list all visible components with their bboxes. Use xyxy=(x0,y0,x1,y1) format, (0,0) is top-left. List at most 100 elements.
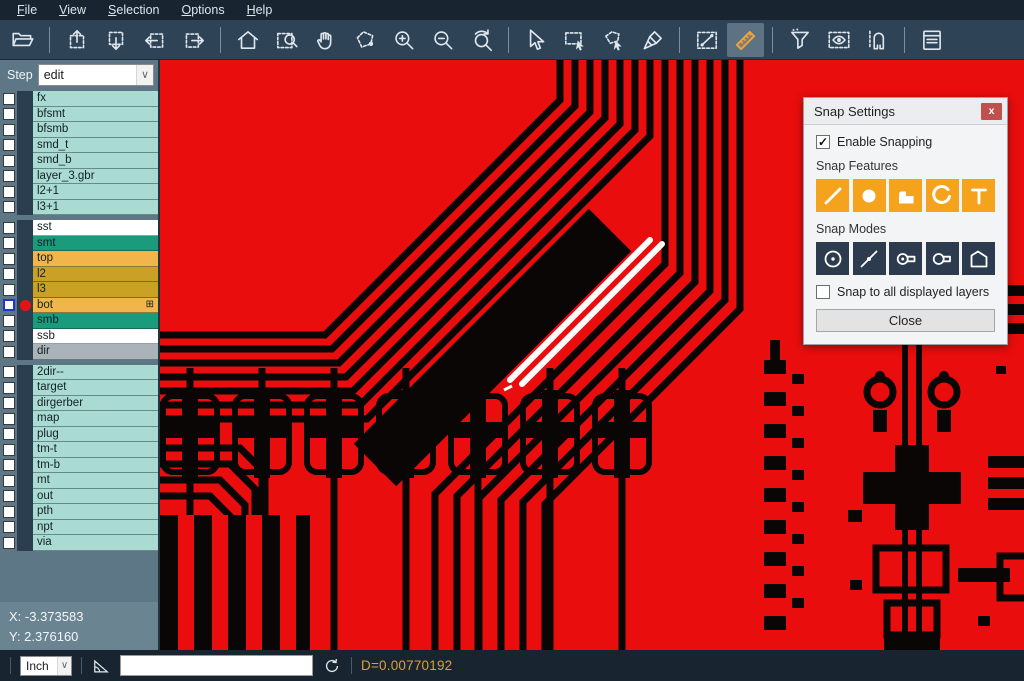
layer-row-fx[interactable]: fx xyxy=(0,91,158,107)
layer-visibility-checkbox[interactable] xyxy=(3,537,15,549)
layer-visibility-checkbox[interactable] xyxy=(3,222,15,234)
pan-hand-button[interactable] xyxy=(307,23,344,57)
layer-visibility-checkbox[interactable] xyxy=(3,253,15,265)
zoom-area-button[interactable] xyxy=(268,23,305,57)
layer-row-tm-b[interactable]: tm-b xyxy=(0,458,158,474)
zoom-reset-button[interactable] xyxy=(463,23,500,57)
layer-row-mt[interactable]: mt xyxy=(0,473,158,489)
layer-row-map[interactable]: map xyxy=(0,411,158,427)
layer-row-plug[interactable]: plug xyxy=(0,427,158,443)
layer-name[interactable]: tm-t xyxy=(33,442,158,458)
layer-name[interactable]: smt xyxy=(33,236,158,252)
layer-name[interactable]: ssb xyxy=(33,329,158,345)
pan-right-button[interactable] xyxy=(175,23,212,57)
menu-file[interactable]: File xyxy=(6,0,48,20)
layer-row-smt[interactable]: smt xyxy=(0,236,158,252)
layer-row-smd_t[interactable]: smd_t xyxy=(0,138,158,154)
layer-row-target[interactable]: target xyxy=(0,380,158,396)
layer-visibility-checkbox[interactable] xyxy=(3,93,15,105)
layer-name[interactable]: smd_t xyxy=(33,138,158,154)
layer-row-ssb[interactable]: ssb xyxy=(0,329,158,345)
layer-visibility-checkbox[interactable] xyxy=(3,201,15,213)
layer-row-l3+1[interactable]: l3+1 xyxy=(0,200,158,216)
layer-row-dir[interactable]: dir xyxy=(0,344,158,360)
layer-name[interactable]: l2+1 xyxy=(33,184,158,200)
view-eye-button[interactable] xyxy=(820,23,857,57)
menu-help[interactable]: Help xyxy=(236,0,284,20)
snap-all-layers-row[interactable]: Snap to all displayed layers xyxy=(816,285,995,299)
layer-name[interactable]: l3+1 xyxy=(33,200,158,216)
layer-row-dirgerber[interactable]: dirgerber xyxy=(0,396,158,412)
menu-view[interactable]: View xyxy=(48,0,97,20)
layer-row-top[interactable]: top xyxy=(0,251,158,267)
layer-visibility-checkbox[interactable] xyxy=(3,284,15,296)
layer-name[interactable]: pth xyxy=(33,504,158,520)
snap-panel-titlebar[interactable]: Snap Settings x xyxy=(804,98,1007,125)
layer-name[interactable]: dirgerber xyxy=(33,396,158,412)
layer-visibility-checkbox[interactable] xyxy=(3,186,15,198)
layer-visibility-checkbox[interactable] xyxy=(3,237,15,249)
menu-selection[interactable]: Selection xyxy=(97,0,170,20)
layer-visibility-checkbox[interactable] xyxy=(3,459,15,471)
layer-visibility-checkbox[interactable] xyxy=(3,330,15,342)
layer-name[interactable]: out xyxy=(33,489,158,505)
zoom-in-button[interactable] xyxy=(385,23,422,57)
layer-name[interactable]: plug xyxy=(33,427,158,443)
layer-row-l3[interactable]: l3 xyxy=(0,282,158,298)
layer-name[interactable]: npt xyxy=(33,520,158,536)
layer-name[interactable]: l3 xyxy=(33,282,158,298)
select-arrow-button[interactable] xyxy=(517,23,554,57)
layer-name[interactable]: bot⊞ xyxy=(33,298,158,314)
layer-visibility-checkbox[interactable] xyxy=(3,170,15,182)
layer-row-l2[interactable]: l2 xyxy=(0,267,158,283)
zoom-polygon-button[interactable] xyxy=(346,23,383,57)
layer-name[interactable]: 2dir-- xyxy=(33,365,158,381)
ruler-button[interactable] xyxy=(727,23,764,57)
layer-visibility-checkbox[interactable] xyxy=(3,475,15,487)
layer-visibility-checkbox[interactable] xyxy=(3,315,15,327)
step-dropdown[interactable]: edit ∨ xyxy=(38,64,154,86)
layer-visibility-checkbox[interactable] xyxy=(3,124,15,136)
select-rect-button[interactable] xyxy=(556,23,593,57)
layer-name[interactable]: target xyxy=(33,380,158,396)
layer-visibility-checkbox[interactable] xyxy=(3,268,15,280)
layer-row-out[interactable]: out xyxy=(0,489,158,505)
layer-visibility-checkbox[interactable] xyxy=(3,397,15,409)
layer-name[interactable]: sst xyxy=(33,220,158,236)
layer-name[interactable]: bfsmb xyxy=(33,122,158,138)
layers-panel-button[interactable] xyxy=(913,23,950,57)
snap-entire-feature-button[interactable] xyxy=(889,242,922,275)
zoom-out-button[interactable] xyxy=(424,23,461,57)
layer-row-bfsmb[interactable]: bfsmb xyxy=(0,122,158,138)
layer-row-layer_3.gbr[interactable]: layer_3.gbr xyxy=(0,169,158,185)
snap-text-button[interactable] xyxy=(962,179,995,212)
layer-name[interactable]: fx xyxy=(33,91,158,107)
layer-name[interactable]: dir xyxy=(33,344,158,360)
layer-row-pth[interactable]: pth xyxy=(0,504,158,520)
layer-row-via[interactable]: via xyxy=(0,535,158,551)
enable-snapping-row[interactable]: ✓ Enable Snapping xyxy=(816,135,995,149)
layer-name[interactable]: mt xyxy=(33,473,158,489)
enable-snapping-checkbox[interactable]: ✓ xyxy=(816,135,830,149)
layer-visibility-checkbox[interactable] xyxy=(3,108,15,120)
close-icon[interactable]: x xyxy=(981,103,1002,120)
layer-row-bfsmt[interactable]: bfsmt xyxy=(0,107,158,123)
chevron-down-icon[interactable]: ∨ xyxy=(136,65,153,85)
snap-midpoint-button[interactable] xyxy=(853,242,886,275)
snap-all-layers-checkbox[interactable] xyxy=(816,285,830,299)
layer-name[interactable]: top xyxy=(33,251,158,267)
layer-name[interactable]: smb xyxy=(33,313,158,329)
layer-row-npt[interactable]: npt xyxy=(0,520,158,536)
snap-surface-button[interactable] xyxy=(889,179,922,212)
home-button[interactable] xyxy=(229,23,266,57)
filter-funnel-button[interactable] xyxy=(781,23,818,57)
layer-visibility-checkbox[interactable] xyxy=(3,490,15,502)
snap-line-button[interactable] xyxy=(816,179,849,212)
layer-visibility-checkbox[interactable] xyxy=(3,428,15,440)
layer-visibility-checkbox[interactable] xyxy=(3,506,15,518)
layer-visibility-checkbox[interactable] xyxy=(3,346,15,358)
angle-measure-icon[interactable] xyxy=(91,656,111,676)
layer-visibility-checkbox[interactable] xyxy=(3,521,15,533)
snap-feature-outline-button[interactable] xyxy=(926,242,959,275)
pcb-canvas-area[interactable]: Snap Settings x ✓ Enable Snapping Snap F… xyxy=(160,60,1024,650)
